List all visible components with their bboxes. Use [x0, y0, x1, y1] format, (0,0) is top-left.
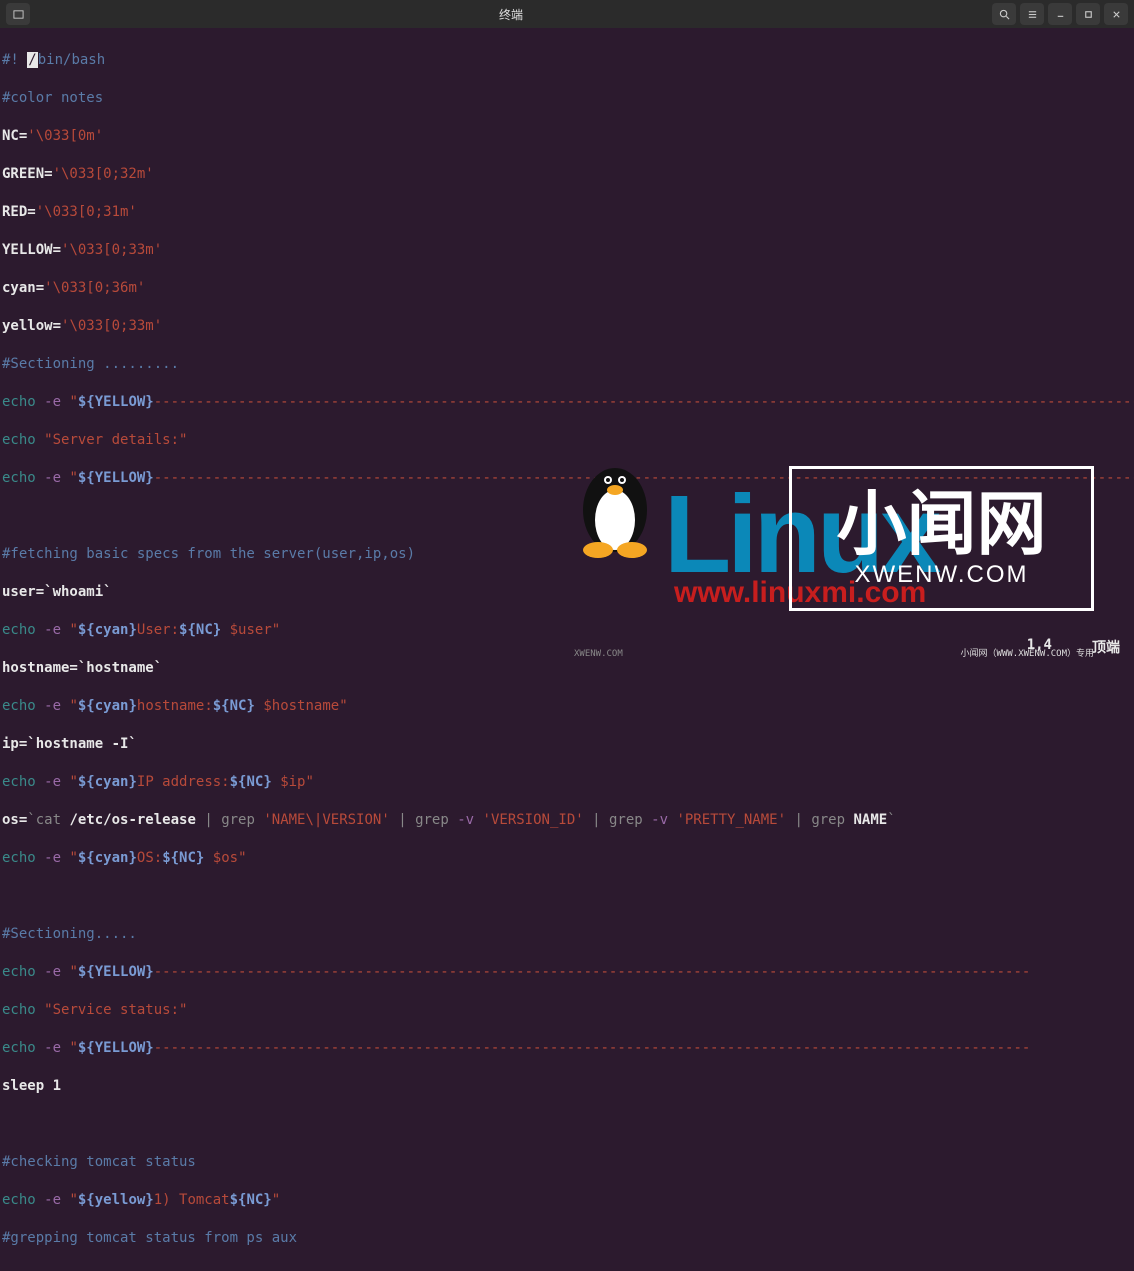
- cursor: /: [27, 52, 37, 68]
- close-icon[interactable]: [1104, 3, 1128, 25]
- window-title: 终端: [30, 6, 992, 23]
- maximize-icon[interactable]: [1076, 3, 1100, 25]
- shebang: #!: [2, 52, 27, 68]
- scroll-position: 顶端: [1092, 637, 1120, 657]
- new-tab-button[interactable]: [6, 3, 30, 25]
- vim-statusbar: 1,4 顶端: [1013, 635, 1134, 659]
- terminal-content[interactable]: #! /bin/bash #color notes NC='\033[0m' G…: [0, 28, 1134, 1271]
- titlebar: 终端: [0, 0, 1134, 28]
- menu-icon[interactable]: [1020, 3, 1044, 25]
- tux-logo: [570, 450, 660, 560]
- minimize-icon[interactable]: [1048, 3, 1072, 25]
- cursor-position: 1,4: [1027, 637, 1052, 657]
- search-icon[interactable]: [992, 3, 1016, 25]
- comment: #color notes: [2, 89, 1132, 108]
